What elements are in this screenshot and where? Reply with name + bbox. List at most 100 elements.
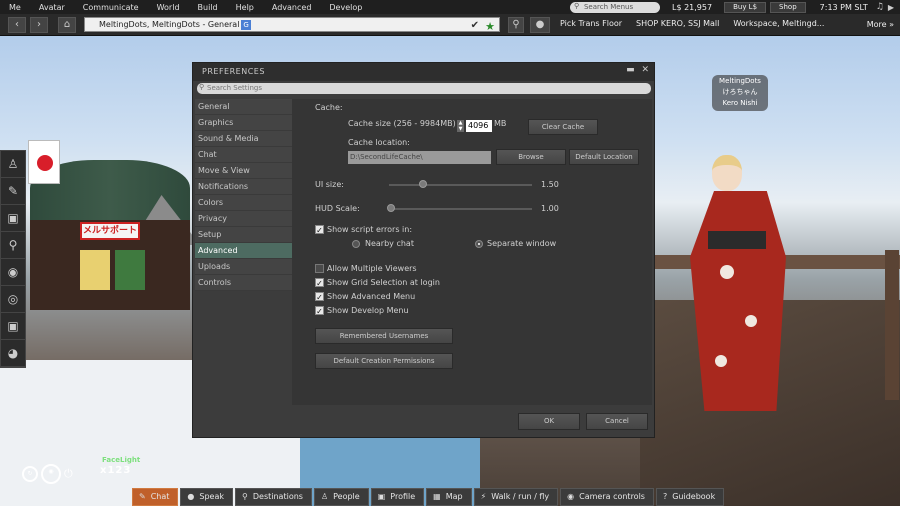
category-graphics[interactable]: Graphics	[195, 115, 292, 131]
appearance-icon[interactable]: ✎	[1, 178, 25, 205]
avatar-name-tag: MeltingDots けろちゃん Kero Nishi	[712, 75, 768, 111]
chat-button[interactable]: ✎ Chat	[132, 488, 179, 506]
menu-communicate[interactable]: Communicate	[74, 3, 148, 12]
category-general[interactable]: General	[195, 99, 292, 115]
category-chat[interactable]: Chat	[195, 147, 292, 163]
menu-help[interactable]: Help	[227, 3, 263, 12]
camera-controls-button[interactable]: ◉ Camera controls	[560, 488, 654, 506]
menu-build[interactable]: Build	[189, 3, 227, 12]
allow-multiple-viewers-checkbox[interactable]	[315, 264, 324, 273]
menu-avatar[interactable]: Avatar	[30, 3, 74, 12]
dialog-title: PREFERENCES	[193, 63, 654, 81]
category-uploads[interactable]: Uploads	[195, 259, 292, 275]
forward-arrow-icon[interactable]: ›	[30, 17, 48, 33]
bottom-toolbar: ✎ Chat ● Speak ⚲ Destinations ♙ People ▣ Prof…	[132, 488, 725, 506]
landmark-icon[interactable]: ●	[530, 17, 550, 33]
category-sound-media[interactable]: Sound & Media	[195, 131, 292, 147]
balance[interactable]: L$ 21,957	[672, 3, 712, 12]
cache-location-field[interactable]: D:\SecondLifeCache\	[348, 151, 491, 164]
category-setup[interactable]: Setup	[195, 227, 292, 243]
hud-scale-slider-handle[interactable]	[387, 204, 395, 212]
chat-bubble-icon: ✎	[139, 492, 146, 501]
radar-icon[interactable]: ◎	[1, 286, 25, 313]
minimize-icon[interactable]: ▬	[626, 65, 635, 75]
kimono	[690, 191, 786, 411]
remembered-usernames-button[interactable]: Remembered Usernames	[315, 328, 453, 344]
clear-cache-button[interactable]: Clear Cache	[528, 119, 598, 135]
show-grid-selection-checkbox[interactable]: ✓	[315, 278, 324, 288]
favorite-item[interactable]: Workspace, Meltingd...	[733, 19, 824, 28]
favorite-item[interactable]: SHOP KERO, SSJ Mall	[636, 19, 719, 28]
show-script-errors-checkbox[interactable]: ✓	[315, 225, 324, 235]
destinations-button[interactable]: ⚲ Destinations	[235, 488, 312, 506]
ui-size-slider-track[interactable]	[389, 184, 532, 186]
guidebook-button[interactable]: ? Guidebook	[655, 488, 725, 506]
menu-develop[interactable]: Develop	[320, 3, 371, 12]
walk-icon: ⚡	[480, 492, 487, 501]
ui-size-slider-handle[interactable]	[419, 180, 427, 188]
default-creation-permissions-button[interactable]: Default Creation Permissions	[315, 353, 453, 369]
media-icon[interactable]: ▶	[888, 3, 894, 12]
category-colors[interactable]: Colors	[195, 195, 292, 211]
separate-window-radio[interactable]	[475, 240, 483, 248]
category-notifications[interactable]: Notifications	[195, 179, 292, 195]
shop-button[interactable]: Shop	[770, 1, 806, 13]
facelight-controls[interactable]: x123	[100, 465, 131, 476]
close-icon[interactable]: ✕	[641, 65, 649, 75]
poster	[80, 250, 110, 290]
show-develop-menu-label: Show Develop Menu	[327, 306, 409, 315]
home-icon[interactable]: ⌂	[58, 17, 76, 33]
category-move-view[interactable]: Move & View	[195, 163, 292, 179]
allow-multiple-viewers-label: Allow Multiple Viewers	[327, 264, 417, 273]
category-advanced[interactable]: Advanced	[195, 243, 292, 259]
volume-icon[interactable]: ♫	[876, 2, 884, 12]
search-icon[interactable]: ⚲	[508, 17, 524, 33]
more-label: More	[866, 20, 887, 29]
hud-scale-slider-track[interactable]	[389, 208, 532, 210]
camera-center-icon[interactable]: ◉	[41, 464, 61, 484]
walk-run-fly-button[interactable]: ⚡ Walk / run / fly	[473, 488, 559, 506]
speak-label: Speak	[199, 492, 225, 501]
people-button[interactable]: ♙ People	[313, 488, 369, 506]
show-develop-menu-checkbox[interactable]: ✓	[315, 306, 324, 316]
inventory-icon[interactable]: ▣	[1, 205, 25, 232]
search-icon[interactable]: ⚲	[1, 232, 25, 259]
parcel-info-icon[interactable]: ✔	[471, 19, 479, 32]
people-icon[interactable]: ♙	[1, 151, 25, 178]
search-settings-input[interactable]: Search Settings	[197, 82, 651, 94]
cancel-button[interactable]: Cancel	[586, 413, 648, 430]
search-menus-input[interactable]: Search Menus	[569, 1, 660, 13]
category-controls[interactable]: Controls	[195, 275, 292, 291]
menu-me[interactable]: Me	[0, 3, 30, 12]
browse-button[interactable]: Browse	[496, 149, 566, 165]
top-menu-bar: Me Avatar Communicate World Build Help A…	[0, 0, 900, 14]
favorite-item[interactable]: Pick Trans Floor	[560, 19, 622, 28]
guidebook-icon: ?	[662, 492, 668, 501]
snapshot-icon[interactable]: ▣	[1, 313, 25, 340]
cache-size-input[interactable]: 4096	[466, 120, 492, 132]
speak-button[interactable]: ● Speak	[180, 488, 234, 506]
favorite-star-icon[interactable]: ★	[485, 20, 495, 33]
show-advanced-menu-checkbox[interactable]: ✓	[315, 292, 324, 302]
cache-size-spinner[interactable]: ▲ ▼	[457, 120, 464, 132]
more-favorites-button[interactable]: More »	[867, 20, 894, 29]
map-button[interactable]: ▦ Map	[426, 488, 472, 506]
location-bar[interactable]: MeltingDots, MeltingDots - General G ✔ ★	[84, 17, 500, 33]
category-privacy[interactable]: Privacy	[195, 211, 292, 227]
menu-advanced[interactable]: Advanced	[263, 3, 321, 12]
nearby-chat-radio[interactable]	[352, 240, 360, 248]
back-arrow-icon[interactable]: ‹	[8, 17, 26, 33]
menu-world[interactable]: World	[148, 3, 189, 12]
default-location-button[interactable]: Default Location	[569, 149, 639, 165]
camera-orbit-icon[interactable]: ↻	[22, 466, 38, 482]
buy-currency-button[interactable]: Buy L$	[724, 1, 767, 13]
performance-icon[interactable]: ◕	[1, 340, 25, 367]
profile-button[interactable]: ▣ Profile	[370, 488, 425, 506]
booth-sign: メルサポート	[80, 222, 140, 240]
location-pin-icon: ⚲	[242, 492, 248, 501]
ok-button[interactable]: OK	[518, 413, 580, 430]
destinations-label: Destinations	[252, 492, 303, 501]
power-icon[interactable]: ⏻	[64, 467, 73, 481]
avatar[interactable]	[690, 155, 800, 425]
place-profile-icon[interactable]: ◉	[1, 259, 25, 286]
